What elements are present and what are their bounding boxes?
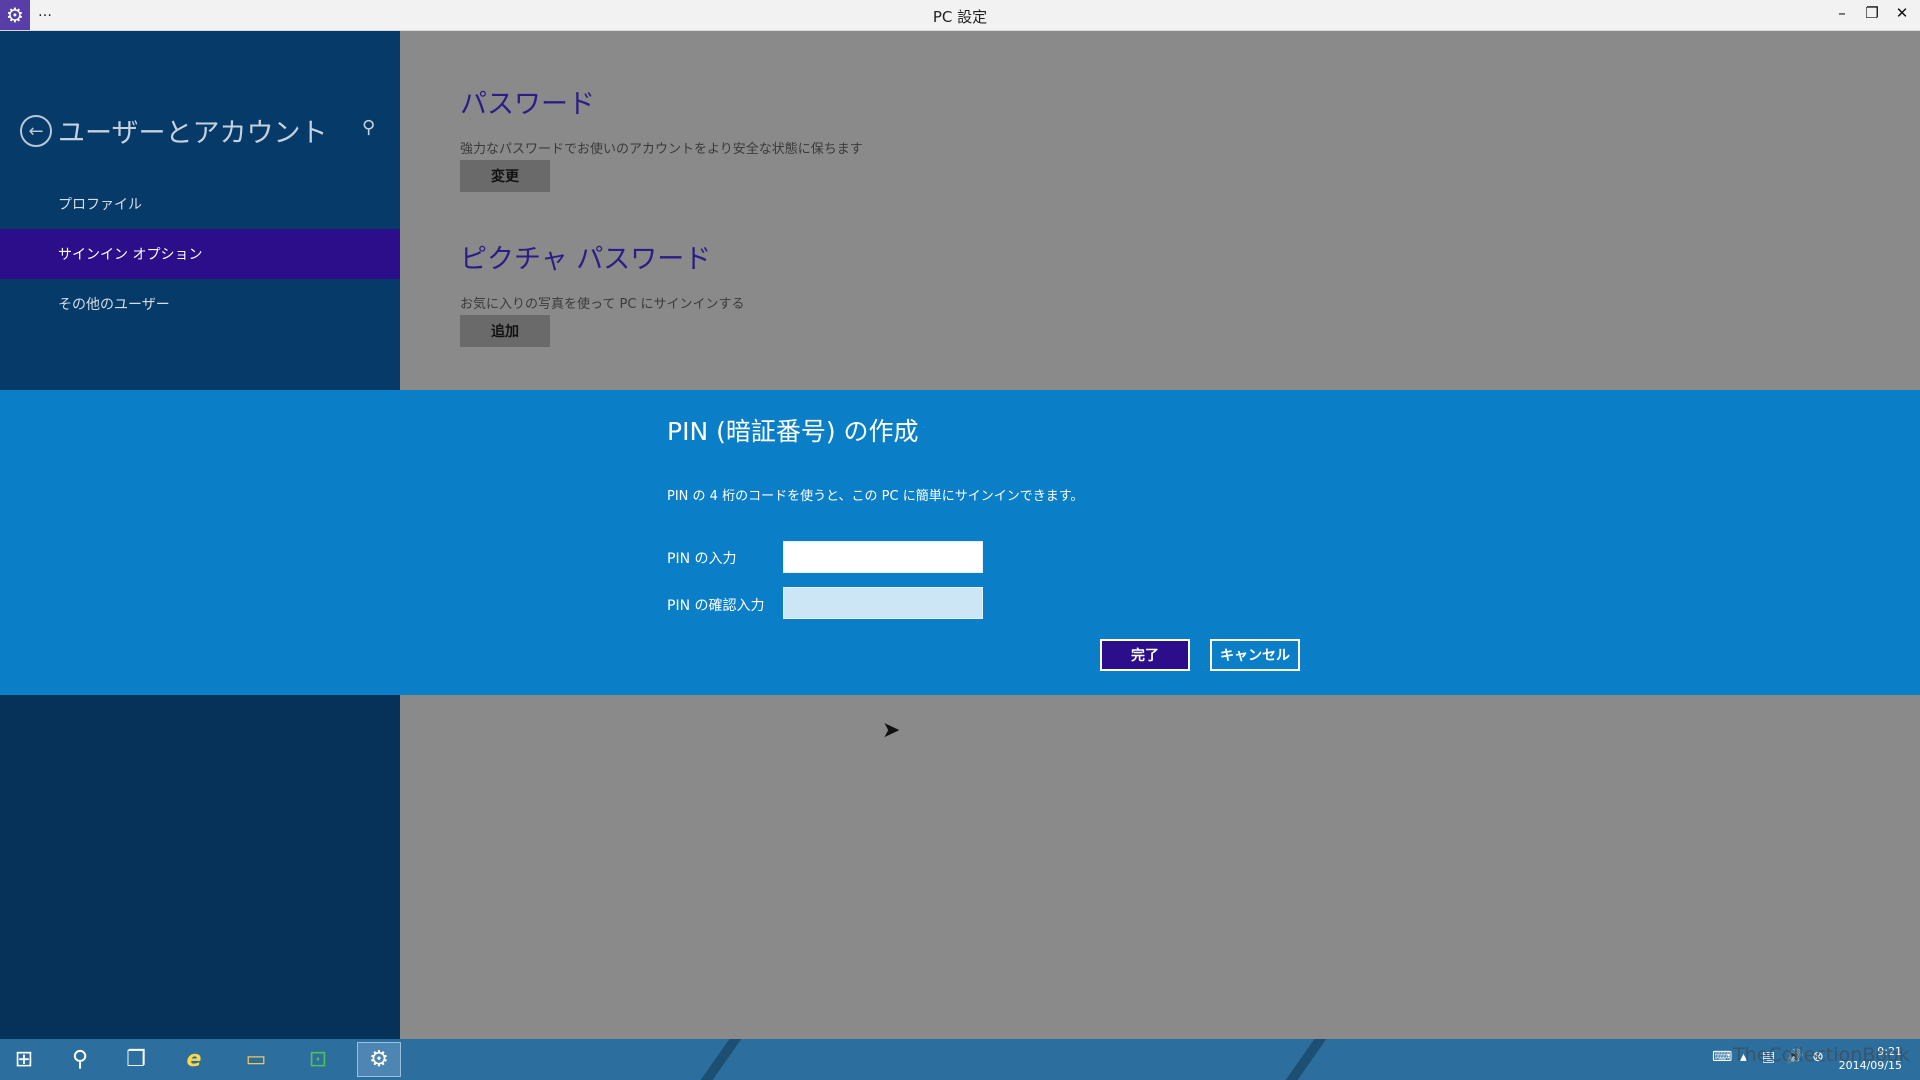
- password-section-title: パスワード: [460, 89, 595, 120]
- keyboard-icon[interactable]: ⌨: [1712, 1049, 1732, 1065]
- dialog-title: PIN (暗証番号) の作成: [667, 417, 919, 446]
- search-icon[interactable]: ⚲: [58, 1042, 102, 1077]
- pin-input[interactable]: [783, 541, 983, 573]
- taskbar-decoration: [1285, 1039, 1327, 1080]
- pin-confirm-input[interactable]: [783, 587, 983, 619]
- sidebar-item-profile[interactable]: プロファイル: [0, 179, 400, 229]
- mouse-cursor-icon: ➤: [882, 718, 901, 743]
- start-icon[interactable]: ⊞: [2, 1042, 46, 1077]
- sidebar-header-area: ← ユーザーとアカウント ⚲ プロファイル サインイン オプション その他のユー…: [0, 31, 400, 390]
- sidebar-item-other-users[interactable]: その他のユーザー: [0, 279, 400, 329]
- taskbar-decoration: [700, 1039, 742, 1080]
- settings-icon[interactable]: ⚙: [357, 1042, 401, 1077]
- taskbar: ⊞ ⚲ ❐ e ▭ ⊡ ⚙ ⌨ ▴ ▤ 🔊 ⊗ 9:21 2014/09/15: [0, 1039, 1920, 1080]
- pin-label: PIN の入力: [667, 551, 737, 567]
- close-button[interactable]: ✕: [1890, 4, 1914, 22]
- dialog-description: PIN の 4 桁のコードを使うと、この PC に簡単にサインインできます。: [667, 489, 1084, 504]
- create-pin-dialog: PIN (暗証番号) の作成 PIN の 4 桁のコードを使うと、この PC に…: [0, 390, 1920, 695]
- change-password-button[interactable]: 変更: [460, 160, 550, 192]
- file-explorer-icon[interactable]: ▭: [234, 1042, 278, 1077]
- pin-confirm-label: PIN の確認入力: [667, 598, 765, 614]
- add-picture-password-button[interactable]: 追加: [460, 315, 550, 347]
- back-arrow-icon[interactable]: ←: [20, 115, 52, 147]
- store-icon[interactable]: ⊡: [296, 1042, 340, 1077]
- window-titlebar: ⚙ … PC 設定 – ❐ ✕: [0, 0, 1920, 31]
- restore-button[interactable]: ❐: [1860, 4, 1884, 22]
- search-icon[interactable]: ⚲: [362, 117, 375, 138]
- password-section-description: 強力なパスワードでお使いのアカウントをより安全な状態に保ちます: [460, 142, 863, 157]
- internet-explorer-icon[interactable]: e: [172, 1042, 216, 1077]
- task-view-icon[interactable]: ❐: [114, 1042, 158, 1077]
- sidebar-heading: ユーザーとアカウント: [58, 118, 328, 149]
- watermark-logo: TheCollectionBook: [1733, 1044, 1910, 1066]
- finish-button[interactable]: 完了: [1100, 639, 1190, 671]
- picture-password-section-title: ピクチャ パスワード: [460, 244, 712, 275]
- picture-password-section-description: お気に入りの写真を使って PC にサインインする: [460, 297, 745, 312]
- window-title: PC 設定: [932, 8, 988, 26]
- minimize-button[interactable]: –: [1830, 4, 1854, 22]
- sidebar-item-signin-options[interactable]: サインイン オプション: [0, 229, 400, 279]
- cancel-button[interactable]: キャンセル: [1210, 639, 1300, 671]
